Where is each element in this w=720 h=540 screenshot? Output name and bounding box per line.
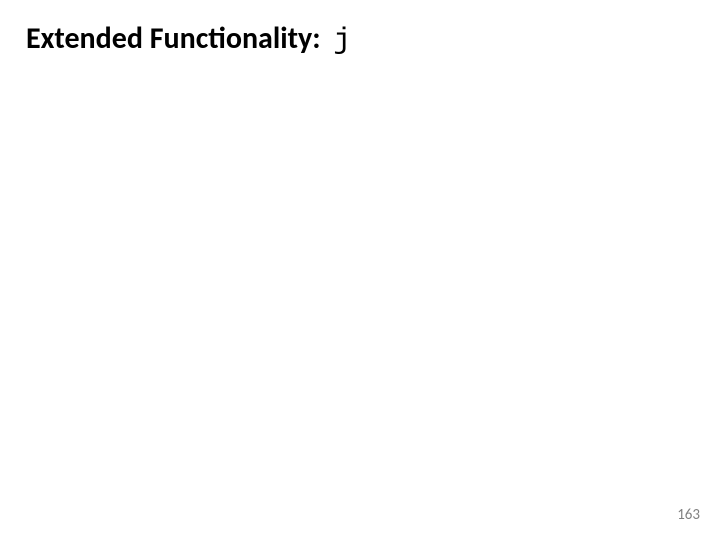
title-code-text: j <box>333 24 352 58</box>
title-prefix-text: Extended Functionality: <box>26 20 320 57</box>
slide-container: Extended Functionality: j 163 <box>0 0 720 540</box>
page-number: 163 <box>677 506 700 524</box>
slide-title: Extended Functionality: j <box>26 22 352 58</box>
